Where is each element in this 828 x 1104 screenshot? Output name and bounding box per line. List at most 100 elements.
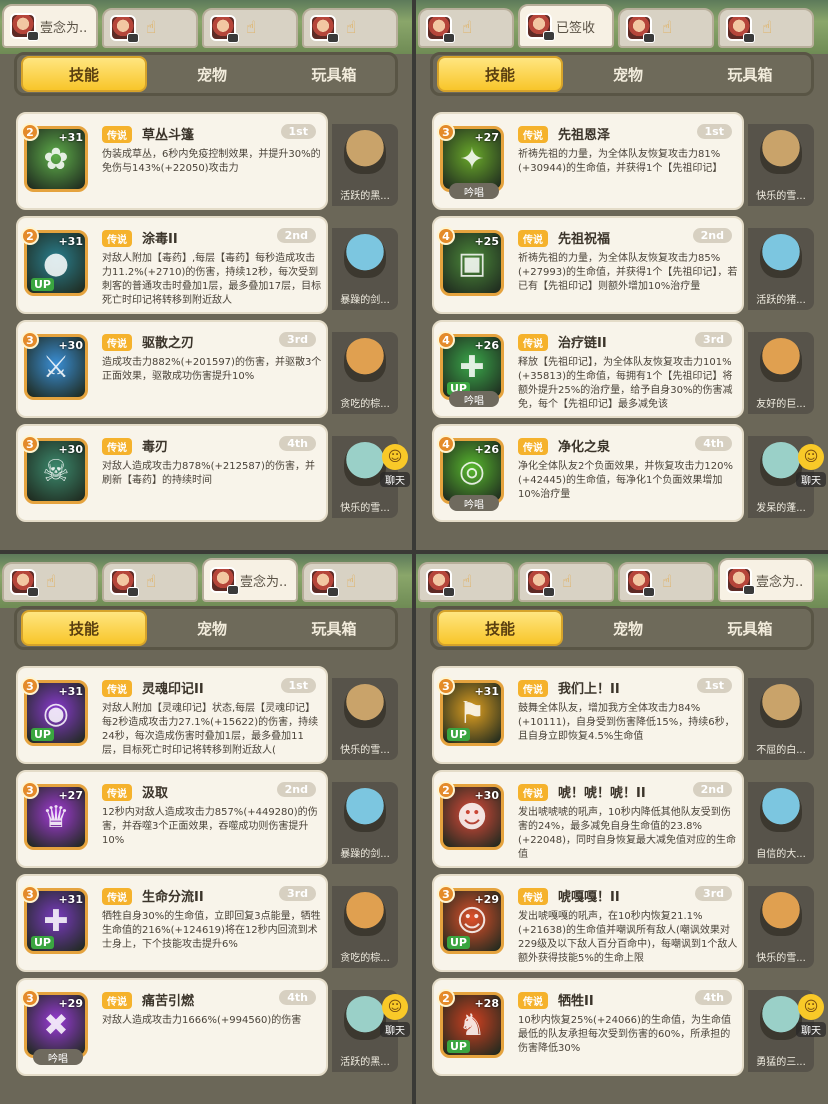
skill-rank: 4th bbox=[279, 436, 316, 451]
pointing-hand-icon: ☝ bbox=[45, 572, 57, 592]
pet-slot[interactable]: 贪吃的棕... bbox=[332, 886, 398, 968]
player-tab[interactable]: ☝ bbox=[102, 562, 198, 602]
role-icon bbox=[643, 33, 655, 43]
player-tab[interactable]: ☝ bbox=[102, 8, 198, 48]
skill-card[interactable]: ♛ 3 +27 传说 汲取 2nd 12秒内对敌人造成攻击力857%(+449280)的伤害… bbox=[16, 770, 398, 868]
skill-card[interactable]: ✚ 3 +31 UP 传说 生命分流II 3rd 牺牲自身30%的生命值，立即回复3点能量，牺… bbox=[16, 874, 398, 972]
tab-skills[interactable]: 技能 bbox=[21, 610, 147, 646]
tab-skills[interactable]: 技能 bbox=[21, 56, 147, 92]
pet-slot[interactable]: 友好的巨... bbox=[748, 332, 814, 414]
tab-pets[interactable]: 宠物 bbox=[567, 56, 689, 92]
player-avatar bbox=[210, 15, 239, 43]
pet-name: 快乐的雪... bbox=[340, 503, 390, 514]
pet-name: 自信的大... bbox=[756, 849, 806, 860]
skill-name: 驱散之刃 bbox=[142, 336, 195, 351]
skill-plus: +26 bbox=[474, 339, 499, 352]
pet-slot[interactable]: 活跃的黑... bbox=[332, 124, 398, 206]
tab-skills[interactable]: 技能 bbox=[437, 56, 563, 92]
skill-description: 对敌人附加【灵魂印记】状态,每层【灵魂印记】每2秒造成攻击力27.1%(+156… bbox=[102, 703, 319, 756]
chant-label: 吟唱 bbox=[449, 391, 499, 407]
player-tab[interactable]: 已签收 bbox=[518, 4, 614, 48]
skill-description: 10秒内恢复25%(+24066)的生命值，为生命值最低的队友承担每次受到伤害的… bbox=[518, 1015, 731, 1054]
upgrade-badge: UP bbox=[31, 278, 54, 291]
skill-card[interactable]: ● 2 +31 UP 传说 涂毒II 2nd 对敌人附加【毒药】,每层【毒药】每秒造成攻击力1… bbox=[16, 216, 398, 314]
skill-card[interactable]: ☺ 3 +29 UP 传说 唬嘎嘎！II 3rd 发出唬嘎嘎的吼声，在10秒内恢复21.1%(… bbox=[432, 874, 814, 972]
player-tab[interactable]: 壹念为.. bbox=[202, 558, 298, 602]
tab-toybox[interactable]: 玩具箱 bbox=[273, 56, 395, 92]
tab-pets[interactable]: 宠物 bbox=[567, 610, 689, 646]
role-icon bbox=[543, 31, 555, 41]
tab-pets[interactable]: 宠物 bbox=[151, 56, 273, 92]
emoji-icon: ☺ bbox=[798, 444, 824, 470]
skill-card[interactable]: ⚑ 3 +31 UP 传说 我们上！II 1st 鼓舞全体队友，增加我方全体攻击力84%(+1… bbox=[432, 666, 814, 764]
tab-skills[interactable]: 技能 bbox=[437, 610, 563, 646]
player-tab[interactable]: ☝ bbox=[618, 562, 714, 602]
tab-toybox[interactable]: 玩具箱 bbox=[273, 610, 395, 646]
player-tab[interactable]: ☝ bbox=[518, 562, 614, 602]
upgrade-badge: UP bbox=[447, 1040, 470, 1053]
skill-description: 对敌人造成攻击力1666%(+994560)的伤害 bbox=[102, 1015, 302, 1026]
panel-1: 壹念为.. ☝ ☝ ☝ 技能 宠物 玩具箱 ✿ 2 +31 传说 草丛斗篷 1st 伪装成草丛，6秒内免疫… bbox=[0, 0, 412, 550]
skill-card[interactable]: ✖ 3 +29 吟唱 传说 痛苦引燃 4th 对敌人造成攻击力1666%(+994560)的伤… bbox=[16, 978, 398, 1076]
pet-slot[interactable]: 快乐的雪... bbox=[748, 124, 814, 206]
chat-button[interactable]: ☺ 聊天 bbox=[380, 994, 410, 1037]
legend-badge: 传说 bbox=[518, 784, 548, 801]
skill-card[interactable]: ▣ 4 +25 传说 先祖祝福 2nd 祈祷先祖的力量，为全体队友恢复攻击力85%(+279… bbox=[432, 216, 814, 314]
skill-card[interactable]: ☠ 3 +30 传说 毒刃 4th 对敌人造成攻击力878%(+212587)的伤害，并刷新… bbox=[16, 424, 398, 522]
player-tab[interactable]: 壹念为.. bbox=[2, 4, 98, 48]
player-tab[interactable]: ☝ bbox=[302, 562, 398, 602]
skill-plus: +28 bbox=[474, 997, 499, 1010]
skill-card[interactable]: ☻ 2 +30 传说 唬！唬！唬！II 2nd 发出唬唬唬的吼声，10秒内降低其他队友受到伤… bbox=[432, 770, 814, 868]
skill-rank: 2nd bbox=[692, 782, 732, 797]
skill-card[interactable]: ⚔ 3 +30 传说 驱散之刃 3rd 造成攻击力882%(+201597)的伤害，并驱散3… bbox=[16, 320, 398, 418]
emoji-icon: ☺ bbox=[798, 994, 824, 1020]
skill-card[interactable]: ◎ 4 +26 吟唱 传说 净化之泉 4th 净化全体队友2个负面效果，并恢复攻击力120%(… bbox=[432, 424, 814, 522]
skill-plus: +31 bbox=[58, 893, 83, 906]
skill-description: 净化全体队友2个负面效果，并恢复攻击力120%(+42445)的生命值，每净化1… bbox=[518, 461, 733, 500]
chat-button[interactable]: ☺ 聊天 bbox=[796, 994, 826, 1037]
pet-slot[interactable]: 快乐的雪... bbox=[748, 886, 814, 968]
player-tab[interactable]: ☝ bbox=[2, 562, 98, 602]
skill-icon: ✿ 2 +31 bbox=[21, 123, 88, 192]
skill-plus: +27 bbox=[474, 131, 499, 144]
skill-rank: 2nd bbox=[692, 228, 732, 243]
skill-list: ⚑ 3 +31 UP 传说 我们上！II 1st 鼓舞全体队友，增加我方全体攻击力84%(+1… bbox=[432, 666, 816, 1082]
pet-slot[interactable]: 不屈的白... bbox=[748, 678, 814, 760]
tab-pets[interactable]: 宠物 bbox=[151, 610, 273, 646]
player-tab[interactable]: ☝ bbox=[718, 8, 814, 48]
skill-description: 对敌人造成攻击力878%(+212587)的伤害，并刷新【毒药】的持续时间 bbox=[102, 461, 315, 486]
pet-slot[interactable]: 活跃的猪... bbox=[748, 228, 814, 310]
role-icon bbox=[127, 33, 139, 43]
role-icon bbox=[443, 33, 455, 43]
pointing-hand-icon: ☝ bbox=[345, 18, 357, 38]
player-avatar bbox=[526, 569, 555, 597]
skill-card[interactable]: ◉ 3 +31 UP 传说 灵魂印记II 1st 对敌人附加【灵魂印记】状态,每层【灵魂印记】… bbox=[16, 666, 398, 764]
pet-name: 快乐的雪... bbox=[756, 191, 806, 202]
skill-card[interactable]: ✦ 3 +27 吟唱 传说 先祖恩泽 1st 祈祷先祖的力量，为全体队友恢复攻击力81%(+3… bbox=[432, 112, 814, 210]
player-tab[interactable]: ☝ bbox=[418, 8, 514, 48]
player-tab[interactable]: ☝ bbox=[302, 8, 398, 48]
chat-label: 聊天 bbox=[796, 472, 826, 487]
skill-card[interactable]: ✿ 2 +31 传说 草丛斗篷 1st 伪装成草丛，6秒内免疫控制效果，并提升30%的免伤与… bbox=[16, 112, 398, 210]
skill-icon: ▣ 4 +25 bbox=[437, 227, 504, 296]
legend-badge: 传说 bbox=[102, 230, 132, 247]
skill-card[interactable]: ♞ 2 +28 UP 传说 牺牲II 4th 10秒内恢复25%(+24066)的生命值，为生… bbox=[432, 978, 814, 1076]
player-tab[interactable]: ☝ bbox=[202, 8, 298, 48]
tab-toybox[interactable]: 玩具箱 bbox=[689, 56, 811, 92]
pet-slot[interactable]: 快乐的雪... bbox=[332, 678, 398, 760]
chat-button[interactable]: ☺ 聊天 bbox=[380, 444, 410, 487]
role-icon bbox=[327, 587, 339, 597]
player-tab[interactable]: ☝ bbox=[418, 562, 514, 602]
player-tab[interactable]: ☝ bbox=[618, 8, 714, 48]
skill-description: 祈祷先祖的力量，为全体队友恢复攻击力85%(+27993)的生命值，并获得1个【… bbox=[518, 253, 738, 292]
skill-card[interactable]: ✚ 4 +26 UP 吟唱 传说 治疗链II 3rd 释放【先祖印记】，为全体队友恢复攻击力10… bbox=[432, 320, 814, 418]
tab-toybox[interactable]: 玩具箱 bbox=[689, 610, 811, 646]
pet-slot[interactable]: 暴躁的剑... bbox=[332, 228, 398, 310]
pet-slot[interactable]: 贪吃的棕... bbox=[332, 332, 398, 414]
player-tab[interactable]: 壹念为.. bbox=[718, 558, 814, 602]
pet-slot[interactable]: 暴躁的剑... bbox=[332, 782, 398, 864]
player-name: 壹念为.. bbox=[40, 20, 88, 36]
pet-slot[interactable]: 自信的大... bbox=[748, 782, 814, 864]
chat-button[interactable]: ☺ 聊天 bbox=[796, 444, 826, 487]
pointing-hand-icon: ☝ bbox=[145, 572, 157, 592]
